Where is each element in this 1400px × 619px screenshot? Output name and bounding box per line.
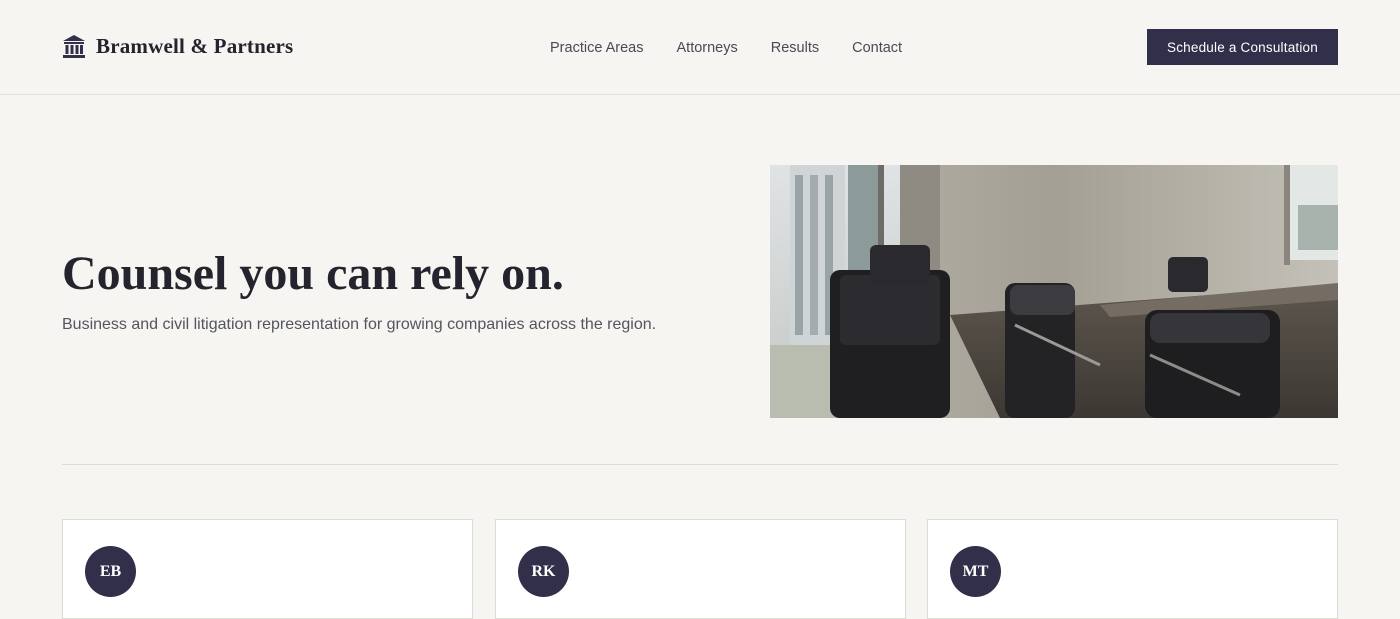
conference-room-photo [770, 165, 1338, 418]
schedule-consultation-button[interactable]: Schedule a Consultation [1147, 29, 1338, 65]
avatar: MT [950, 546, 1001, 597]
hero-subtitle: Business and civil litigation representa… [62, 316, 657, 333]
avatar: RK [518, 546, 569, 597]
nav-item-practice-areas[interactable]: Practice Areas [550, 39, 644, 57]
nav-item-contact[interactable]: Contact [852, 39, 902, 57]
section-divider [62, 464, 1338, 465]
brand-logo[interactable]: Bramwell & Partners [62, 33, 293, 59]
attorney-card[interactable]: EB [62, 519, 473, 619]
site-header: Bramwell & Partners Practice Areas Attor… [0, 0, 1400, 95]
hero-title: Counsel you can rely on. [62, 247, 564, 300]
main-nav: Practice Areas Attorneys Results Contact [550, 39, 935, 57]
courthouse-icon [63, 35, 85, 58]
nav-item-results[interactable]: Results [771, 39, 819, 57]
nav-item-attorneys[interactable]: Attorneys [677, 39, 738, 57]
attorney-card[interactable]: RK [495, 519, 906, 619]
brand-name: Bramwell & Partners [96, 33, 294, 58]
attorney-card[interactable]: MT [927, 519, 1338, 619]
avatar: EB [85, 546, 136, 597]
